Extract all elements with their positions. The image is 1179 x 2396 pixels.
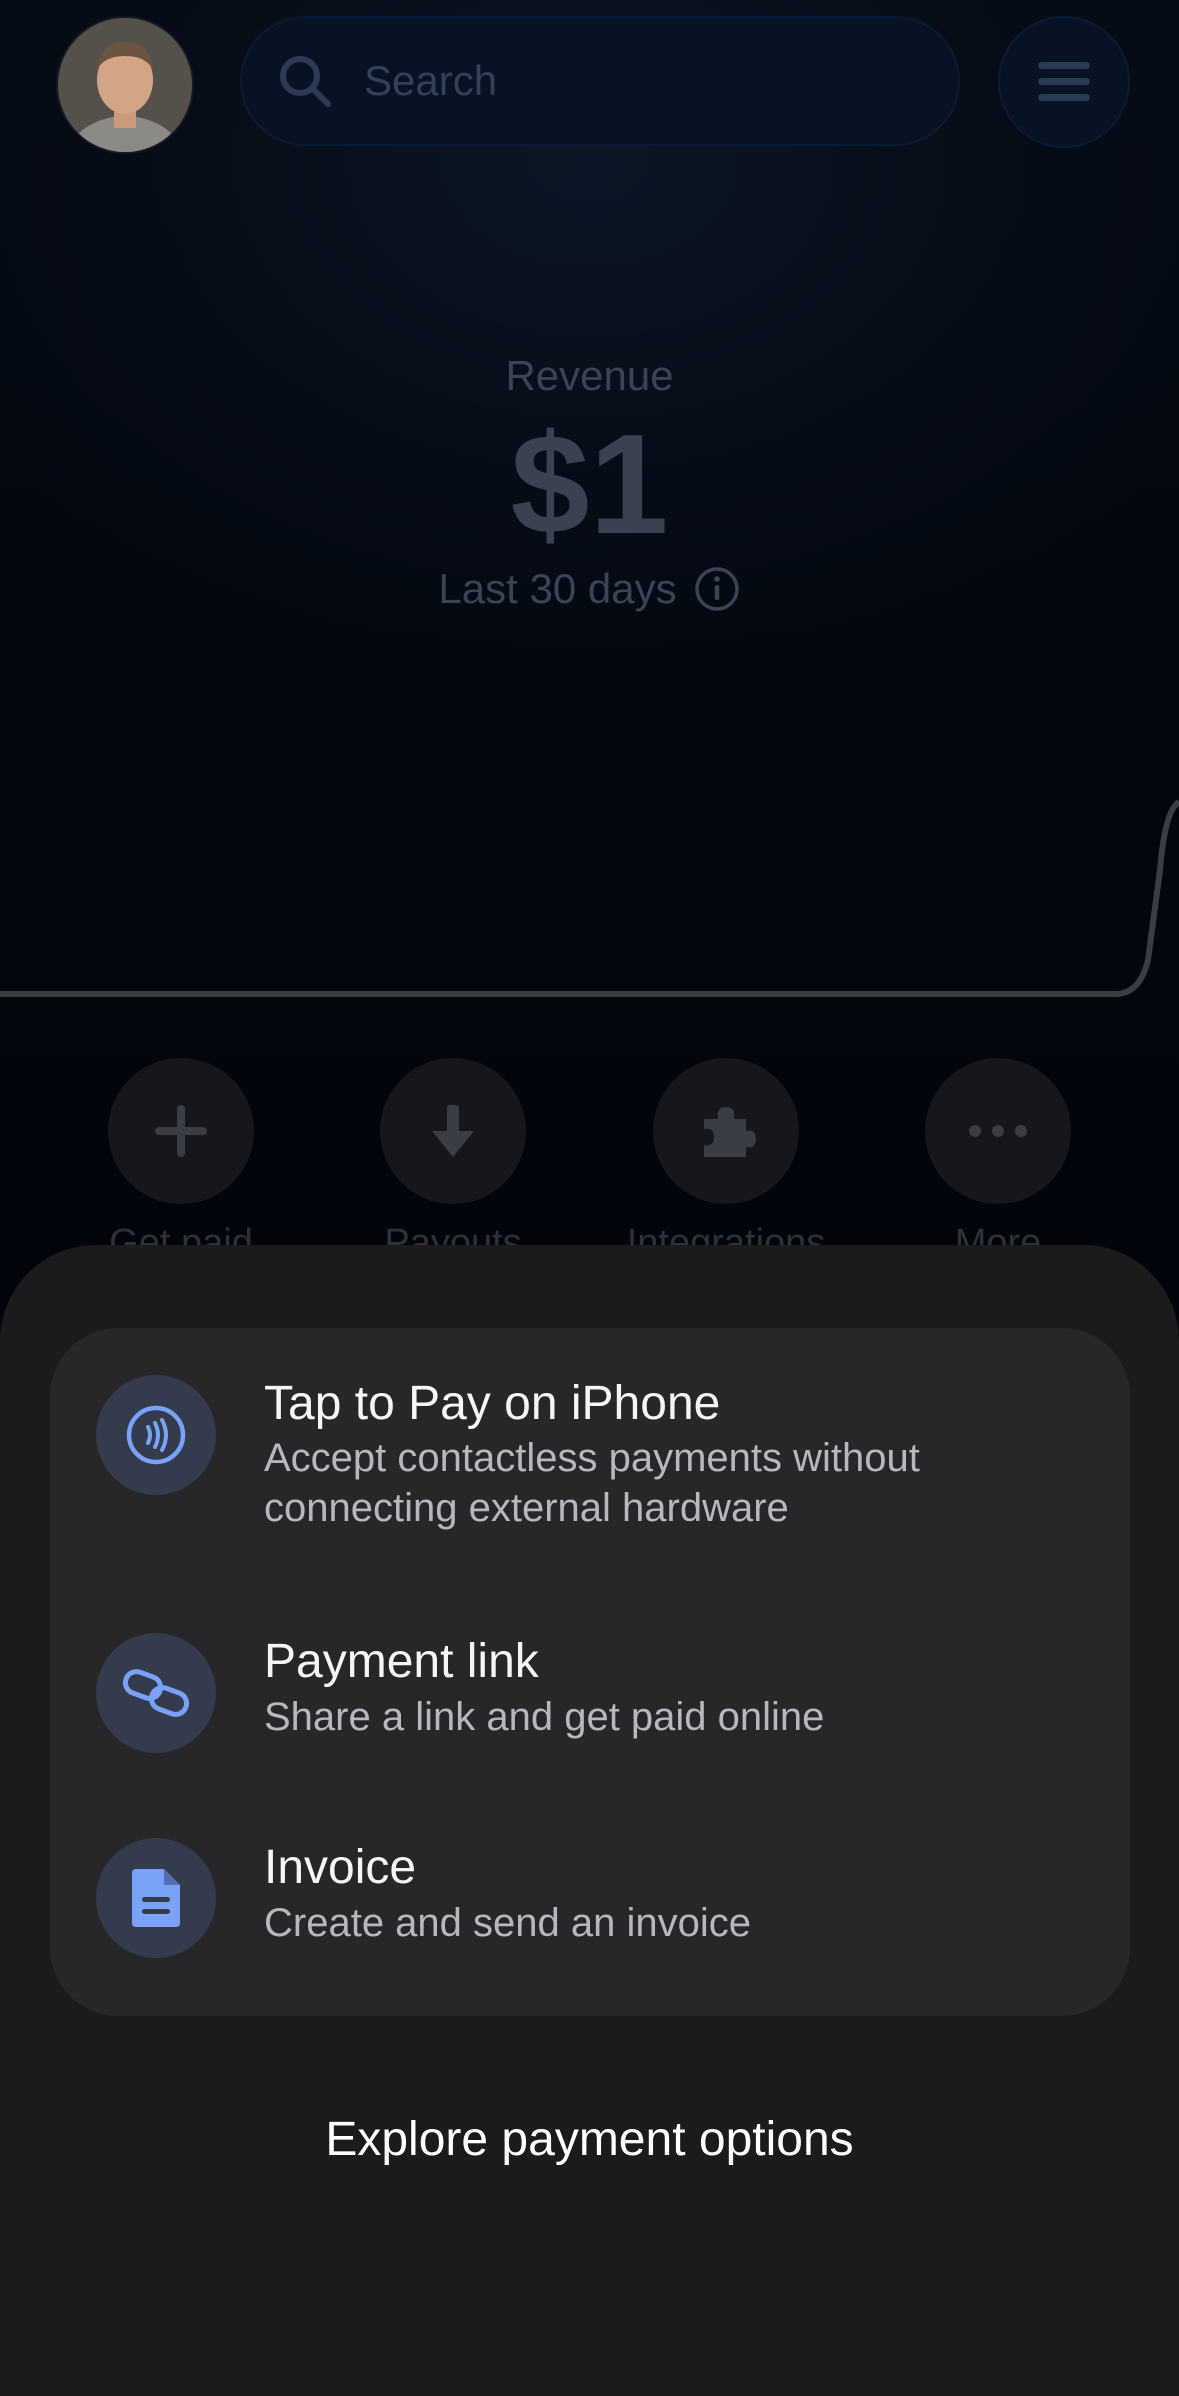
option-description: Share a link and get paid online [264,1695,825,1739]
revenue-chart-line [0,799,1179,997]
period-label: Last 30 days [438,565,677,612]
payouts-button[interactable] [380,1058,526,1204]
explore-payment-options-link[interactable]: Explore payment options [0,2112,1179,2167]
invoice-option[interactable]: Invoice Create and send an invoice [50,1798,1130,2016]
search-bar[interactable]: Search [240,16,960,146]
option-title: Invoice [264,1841,417,1894]
get-paid-button[interactable] [108,1058,254,1204]
link-icon-badge [96,1633,216,1753]
menu-button[interactable] [998,16,1130,148]
revenue-chart [0,799,1179,997]
payment-options-card: Tap to Pay on iPhone Accept contactless … [50,1328,1130,2016]
more-icon [969,1125,1027,1137]
more-button[interactable] [925,1058,1071,1204]
link-icon [122,1669,190,1717]
plus-icon [155,1105,207,1157]
contactless-icon-badge [96,1375,216,1495]
hamburger-icon [1038,62,1090,101]
avatar[interactable] [58,18,192,152]
option-description: Create and send an invoice [264,1901,751,1945]
option-title: Payment link [264,1635,539,1688]
document-icon [132,1869,180,1927]
period-selector[interactable]: Last 30 days [0,565,1179,613]
tap-to-pay-option[interactable]: Tap to Pay on iPhone Accept contactless … [50,1328,1130,1578]
integrations-button[interactable] [653,1058,799,1204]
option-title: Tap to Pay on iPhone [264,1377,721,1430]
puzzle-icon [704,1107,756,1157]
option-description: Accept contactless payments without conn… [264,1436,920,1530]
document-icon-badge [96,1838,216,1958]
arrow-down-icon [432,1105,474,1157]
revenue-label: Revenue [505,352,674,399]
revenue-value: $1 [510,405,669,564]
contactless-icon [126,1405,186,1465]
search-placeholder: Search [364,57,498,104]
search-icon [280,56,331,107]
info-icon[interactable] [693,565,741,613]
payment-link-option[interactable]: Payment link Share a link and get paid o… [50,1578,1130,1798]
quick-actions [0,1058,1179,1228]
